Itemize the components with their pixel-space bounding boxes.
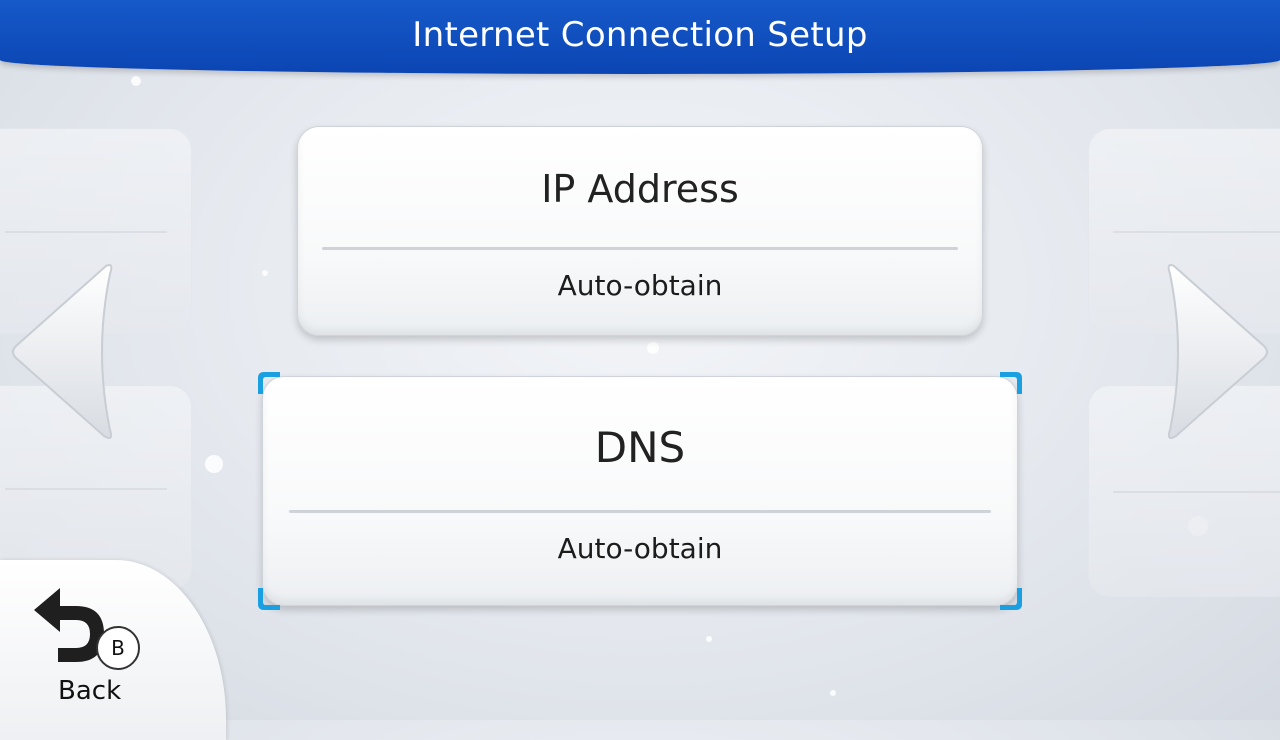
page-title: Internet Connection Setup: [412, 15, 868, 55]
dns-value: Auto-obtain: [557, 532, 723, 565]
background-sparkle: [131, 76, 141, 86]
selection-corner-bottom-right: [1000, 588, 1022, 610]
setting-divider: [322, 247, 958, 250]
dns-label: DNS: [594, 423, 686, 472]
background-sparkle: [830, 690, 836, 696]
setting-divider: [289, 510, 991, 513]
title-bar: Internet Connection Setup: [0, 0, 1280, 74]
selection-corner-top-left: [258, 372, 280, 394]
chevron-right-icon[interactable]: [1166, 262, 1270, 442]
background-sparkle: [647, 342, 659, 354]
b-button-badge: B: [96, 626, 140, 670]
ip-address-value: Auto-obtain: [557, 269, 723, 302]
background-sparkle: [706, 636, 712, 642]
chevron-left-icon[interactable]: [10, 262, 114, 442]
background-sparkle: [205, 455, 223, 473]
back-label: Back: [58, 676, 122, 706]
dns-setting[interactable]: DNS Auto-obtain: [262, 376, 1018, 606]
ip-address-label: IP Address: [541, 167, 739, 211]
selection-corner-bottom-left: [258, 588, 280, 610]
background-sparkle: [262, 270, 268, 276]
ip-address-setting[interactable]: IP Address Auto-obtain: [297, 126, 983, 336]
selection-corner-top-right: [1000, 372, 1022, 394]
